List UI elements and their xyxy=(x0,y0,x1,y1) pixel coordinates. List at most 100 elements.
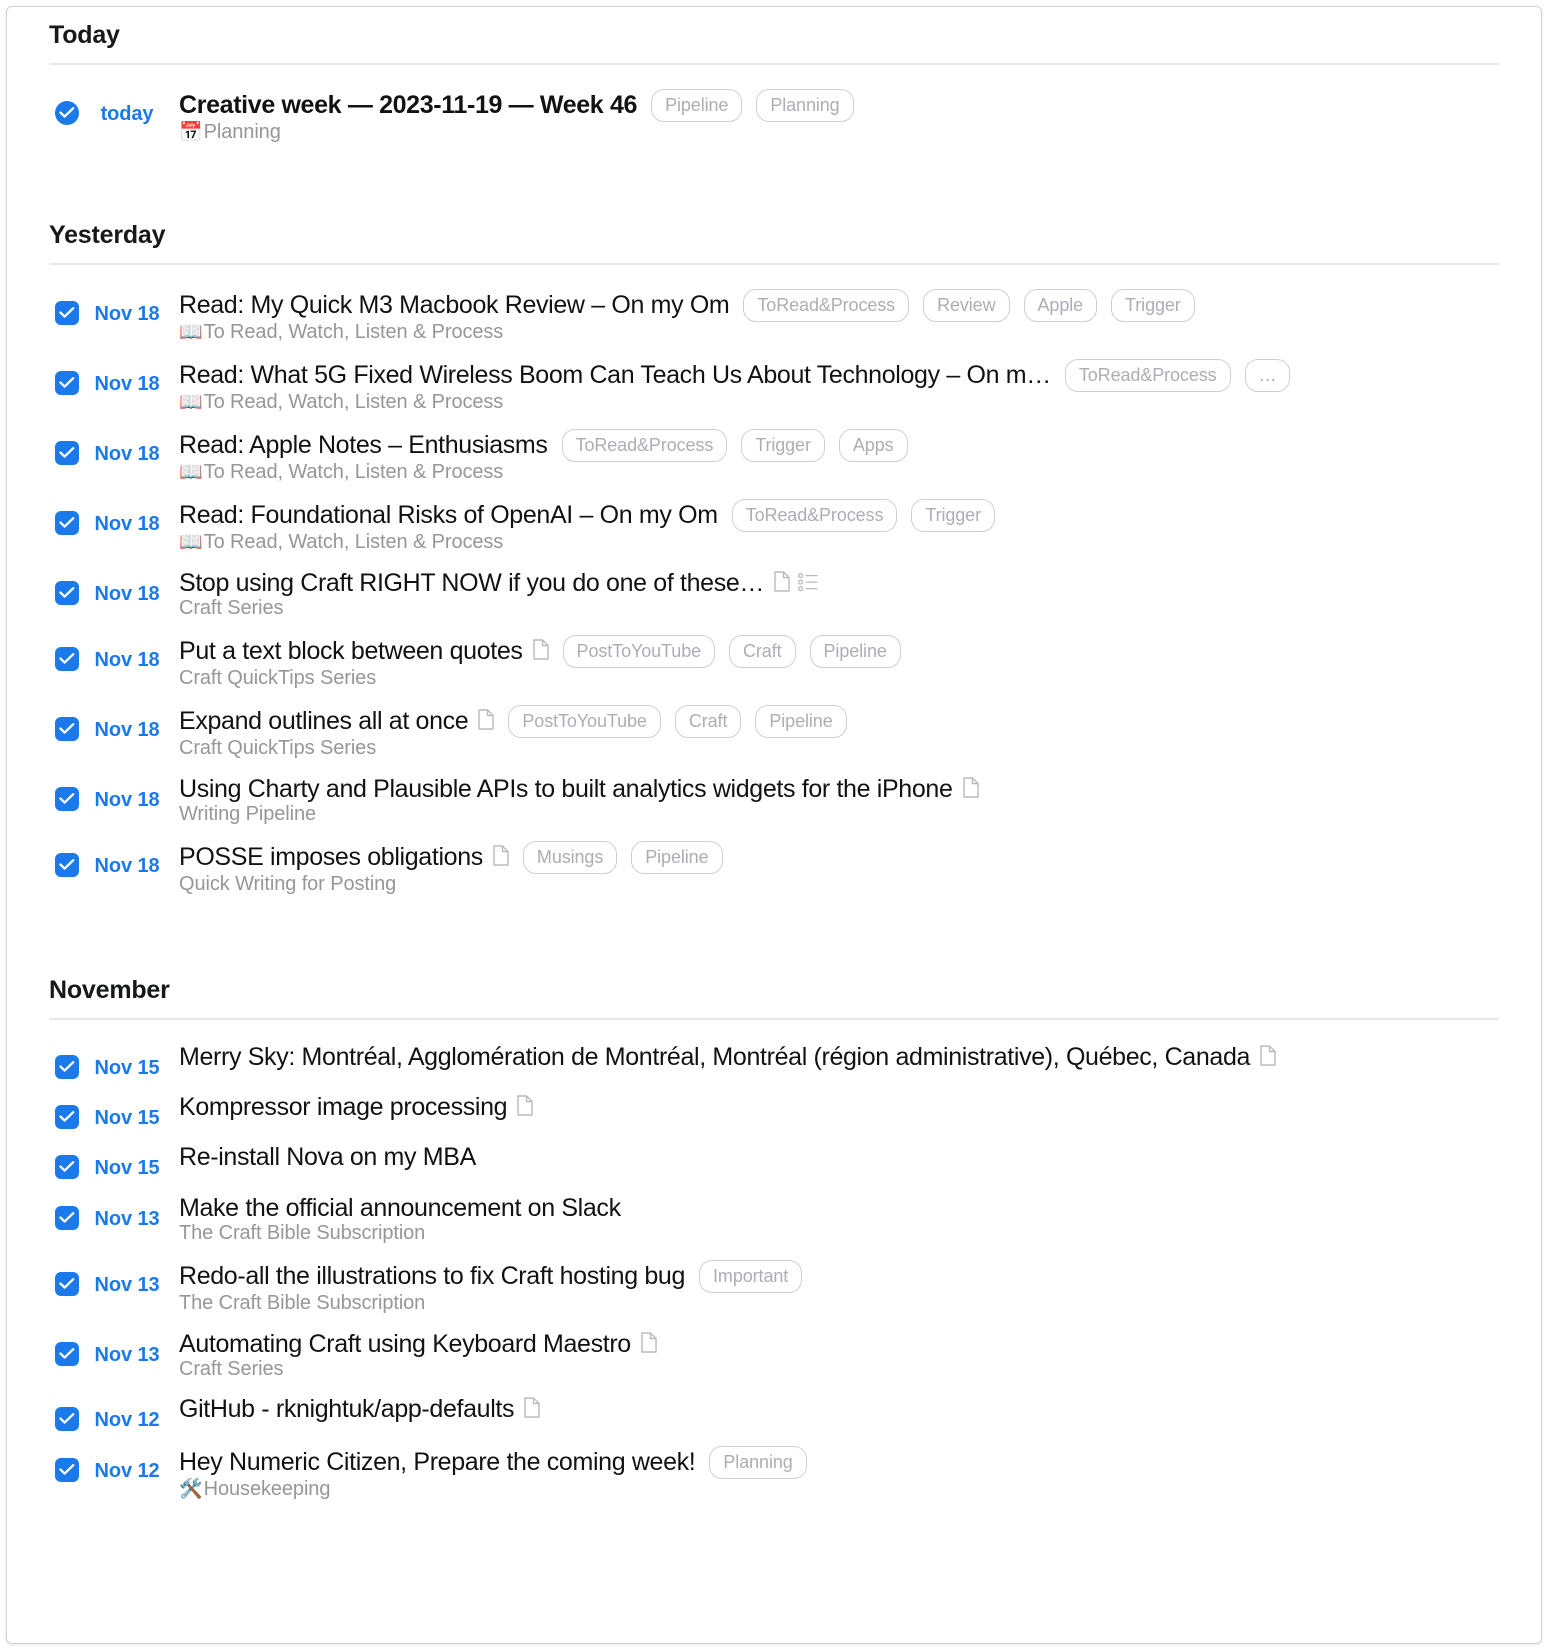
task-tag[interactable]: Trigger xyxy=(1111,289,1195,322)
task-tag[interactable]: ToRead&Process xyxy=(743,289,910,322)
task-checkbox-checked[interactable] xyxy=(55,441,79,465)
task-title[interactable]: Merry Sky: Montréal, Agglomération de Mo… xyxy=(179,1043,1250,1072)
task-title[interactable]: Read: What 5G Fixed Wireless Boom Can Te… xyxy=(179,361,1051,390)
task-row[interactable]: Nov 15 Kompressor image processing xyxy=(49,1086,1499,1136)
task-checkbox-checked[interactable] xyxy=(55,1407,79,1431)
task-checkbox-checked[interactable] xyxy=(55,371,79,395)
task-title[interactable]: Stop using Craft RIGHT NOW if you do one… xyxy=(179,569,764,598)
task-date-label[interactable]: Nov 18 xyxy=(79,443,175,466)
task-date-label[interactable]: Nov 12 xyxy=(79,1460,175,1483)
task-checkbox-checked[interactable] xyxy=(55,1055,79,1079)
task-project-label[interactable]: Craft QuickTips Series xyxy=(179,737,376,760)
task-title[interactable]: Read: Apple Notes – Enthusiasms xyxy=(179,431,548,460)
task-row[interactable]: Nov 15 Merry Sky: Montréal, Agglomération… xyxy=(49,1036,1499,1086)
task-tag[interactable]: Craft xyxy=(729,635,796,668)
task-checkbox-checked[interactable] xyxy=(55,647,79,671)
task-title[interactable]: Make the official announcement on Slack xyxy=(179,1194,621,1223)
task-project-label[interactable]: To Read, Watch, Listen & Process xyxy=(204,391,504,414)
task-tag[interactable]: ToRead&Process xyxy=(561,429,728,462)
task-date-label[interactable]: Nov 13 xyxy=(79,1208,175,1231)
task-tag[interactable]: PostToYouTube xyxy=(508,705,661,738)
task-tag[interactable]: Pipeline xyxy=(755,705,847,738)
task-checkbox-checked[interactable] xyxy=(55,1155,79,1179)
task-row[interactable]: Nov 18 Using Charty and Plausible APIs to… xyxy=(49,767,1499,833)
task-date-label[interactable]: Nov 18 xyxy=(79,789,175,812)
task-date-label[interactable]: Nov 13 xyxy=(79,1274,175,1297)
task-row[interactable]: Nov 18 Expand outlines all at once PostToY… xyxy=(49,697,1499,767)
task-project-label[interactable]: Housekeeping xyxy=(204,1478,331,1501)
task-checkbox-checked[interactable] xyxy=(55,511,79,535)
task-checkbox-checked[interactable] xyxy=(55,787,79,811)
task-checkbox-checked[interactable] xyxy=(55,1206,79,1230)
task-tag[interactable]: Review xyxy=(923,289,1010,322)
task-project-label[interactable]: Craft QuickTips Series xyxy=(179,667,376,690)
task-tag[interactable]: Apps xyxy=(838,429,908,462)
task-title[interactable]: Re-install Nova on my MBA xyxy=(179,1143,476,1172)
task-date-label[interactable]: Nov 18 xyxy=(79,583,175,606)
task-title[interactable]: Read: My Quick M3 Macbook Review – On my… xyxy=(179,291,730,320)
task-title[interactable]: Put a text block between quotes xyxy=(179,637,523,666)
task-title[interactable]: Creative week — 2023-11-19 — Week 46 xyxy=(179,91,637,120)
task-date-label[interactable]: Nov 12 xyxy=(79,1409,175,1432)
task-date-label[interactable]: Nov 18 xyxy=(79,373,175,396)
task-tag[interactable]: … xyxy=(1244,359,1291,392)
task-project-label[interactable]: Writing Pipeline xyxy=(179,803,316,826)
task-title[interactable]: Redo-all the illustrations to fix Craft … xyxy=(179,1262,685,1291)
task-title[interactable]: GitHub - rknightuk/app-defaults xyxy=(179,1395,515,1424)
task-tag[interactable]: Pipeline xyxy=(631,841,723,874)
task-checkbox-checked[interactable] xyxy=(55,1458,79,1482)
task-date-label[interactable]: Nov 15 xyxy=(79,1157,175,1180)
task-date-label[interactable]: Nov 18 xyxy=(79,649,175,672)
task-row[interactable]: Nov 12 GitHub - rknightuk/app-defaults xyxy=(49,1388,1499,1438)
task-checkbox-checked[interactable] xyxy=(55,581,79,605)
task-tag[interactable]: ToRead&Process xyxy=(731,499,898,532)
task-checkbox-checked[interactable] xyxy=(55,1342,79,1366)
task-tag[interactable]: PostToYouTube xyxy=(562,635,716,668)
task-row[interactable]: today Creative week — 2023-11-19 — Week 4… xyxy=(49,81,1499,151)
task-project-label[interactable]: Craft Series xyxy=(179,1358,283,1381)
task-project-label[interactable]: To Read, Watch, Listen & Process xyxy=(204,531,504,554)
task-project-label[interactable]: Planning xyxy=(204,121,281,144)
task-project-label[interactable]: Craft Series xyxy=(179,597,283,620)
task-row[interactable]: Nov 13 Make the official announcement on … xyxy=(49,1186,1499,1252)
task-date-label[interactable]: Nov 18 xyxy=(79,855,175,878)
task-project-label[interactable]: To Read, Watch, Listen & Process xyxy=(204,461,504,484)
task-title[interactable]: Hey Numeric Citizen, Prepare the coming … xyxy=(179,1448,696,1477)
task-row[interactable]: Nov 18 Read: Foundational Risks of OpenAI… xyxy=(49,491,1499,561)
task-checkbox-checked[interactable] xyxy=(55,1105,79,1129)
task-project-label[interactable]: The Craft Bible Subscription xyxy=(179,1292,425,1315)
task-project-label[interactable]: The Craft Bible Subscription xyxy=(179,1222,425,1245)
task-date-label[interactable]: Nov 18 xyxy=(79,719,175,742)
task-checkbox-checked[interactable] xyxy=(55,853,79,877)
task-tag[interactable]: Important xyxy=(699,1260,803,1293)
task-tag[interactable]: Planning xyxy=(709,1446,807,1479)
task-project-label[interactable]: To Read, Watch, Listen & Process xyxy=(204,321,504,344)
task-tag[interactable]: Craft xyxy=(674,705,742,738)
task-project-label[interactable]: Quick Writing for Posting xyxy=(179,873,396,896)
task-row[interactable]: Nov 18 Read: Apple Notes – Enthusiasms ToR… xyxy=(49,421,1499,491)
task-date-label[interactable]: today xyxy=(79,103,175,126)
task-date-label[interactable]: Nov 13 xyxy=(79,1344,175,1367)
task-tag[interactable]: Musings xyxy=(522,841,618,874)
task-date-label[interactable]: Nov 18 xyxy=(79,513,175,536)
task-tag[interactable]: Planning xyxy=(756,89,854,122)
task-tag[interactable]: Trigger xyxy=(741,429,825,462)
task-title[interactable]: Automating Craft using Keyboard Maestro xyxy=(179,1330,631,1359)
task-checkbox-checked[interactable] xyxy=(55,101,79,125)
task-row[interactable]: Nov 18 Put a text block between quotes Pos… xyxy=(49,627,1499,697)
task-title[interactable]: Kompressor image processing xyxy=(179,1093,508,1122)
task-title[interactable]: Using Charty and Plausible APIs to built… xyxy=(179,775,953,804)
task-date-label[interactable]: Nov 15 xyxy=(79,1057,175,1080)
task-tag[interactable]: ToRead&Process xyxy=(1064,359,1231,392)
task-title[interactable]: Read: Foundational Risks of OpenAI – On … xyxy=(179,501,718,530)
task-title[interactable]: Expand outlines all at once xyxy=(179,707,469,736)
task-title[interactable]: POSSE imposes obligations xyxy=(179,843,483,872)
task-tag[interactable]: Pipeline xyxy=(809,635,901,668)
task-tag[interactable]: Trigger xyxy=(911,499,995,532)
task-list-scroll-area[interactable]: Today today Creative week — 2023-11-19 — W… xyxy=(7,7,1541,1643)
task-checkbox-checked[interactable] xyxy=(55,717,79,741)
task-tag[interactable]: Pipeline xyxy=(651,89,743,122)
task-row[interactable]: Nov 13 Redo-all the illustrations to fix … xyxy=(49,1252,1499,1322)
task-checkbox-checked[interactable] xyxy=(55,301,79,325)
task-row[interactable]: Nov 18 Stop using Craft RIGHT NOW if you … xyxy=(49,561,1499,627)
